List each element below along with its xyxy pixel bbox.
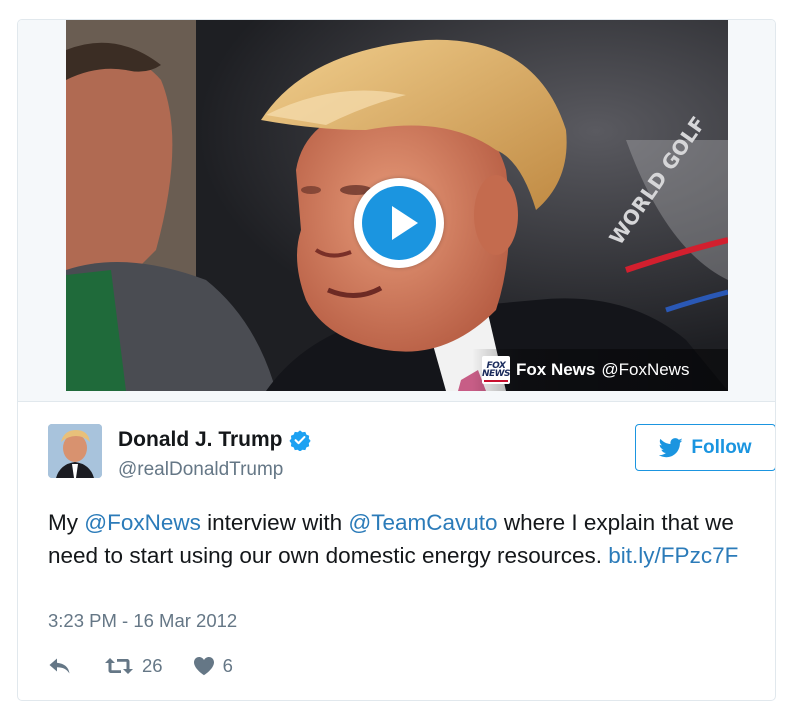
tweet-timestamp[interactable]: 3:23 PM - 16 Mar 2012 [48, 610, 237, 632]
mention-link[interactable]: @FoxNews [84, 510, 201, 535]
attribution-handle: @FoxNews [601, 360, 690, 379]
reply-button[interactable] [48, 657, 72, 675]
mention-link[interactable]: @TeamCavuto [348, 510, 497, 535]
attribution-name: Fox News [516, 360, 596, 379]
heart-icon [193, 657, 214, 676]
embedded-tweet-card: WORLD GOLF FOX NEWS Fox News @FoxNews Do… [17, 19, 776, 701]
play-icon [362, 186, 436, 260]
retweet-button[interactable]: 26 [104, 655, 163, 677]
author-name[interactable]: Donald J. Trump [118, 428, 311, 452]
retweet-icon [105, 658, 133, 674]
media-container: WORLD GOLF FOX NEWS Fox News @FoxNews [18, 20, 775, 402]
fox-news-logo: FOX NEWS [482, 356, 510, 384]
avatar[interactable] [48, 424, 102, 478]
author-handle[interactable]: @realDonaldTrump [118, 459, 283, 481]
tweet-url-link[interactable]: bit.ly/FPzc7F [608, 543, 738, 568]
tweet-header: Donald J. Trump @realDonaldTrump Follow [48, 424, 775, 484]
reply-icon [49, 658, 70, 674]
verified-badge-icon [288, 430, 311, 451]
like-count: 6 [222, 655, 233, 676]
like-button[interactable]: 6 [193, 655, 233, 677]
video-player[interactable]: WORLD GOLF FOX NEWS Fox News @FoxNews [66, 20, 728, 391]
retweet-count: 26 [142, 655, 163, 676]
follow-button[interactable]: Follow [635, 424, 775, 471]
twitter-bird-icon [659, 437, 684, 457]
media-attribution[interactable]: FOX NEWS Fox News @FoxNews [472, 349, 728, 391]
tweet-actions: 26 6 [48, 653, 233, 679]
play-button[interactable] [354, 178, 444, 268]
tweet-text: My @FoxNews interview with @TeamCavuto w… [48, 510, 739, 568]
